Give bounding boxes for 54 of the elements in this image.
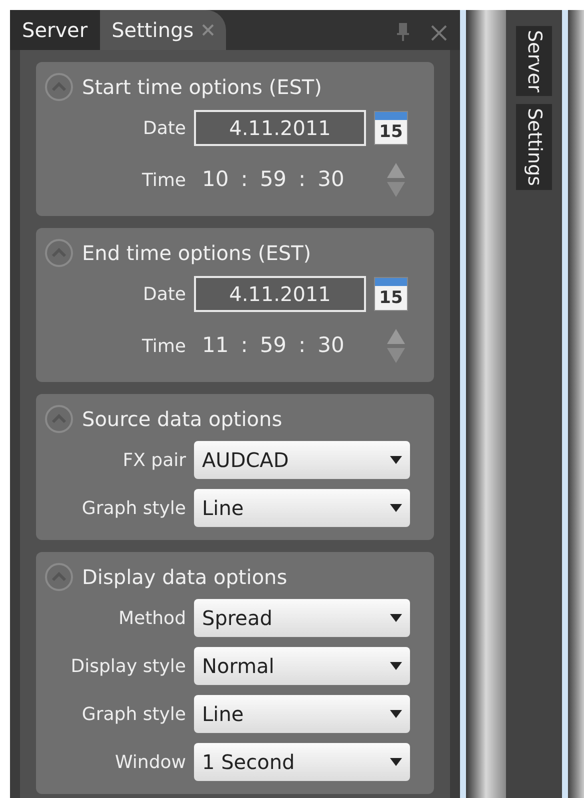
panel-title: Start time options (EST): [82, 74, 322, 101]
caret-icon: [390, 662, 402, 670]
calendar-icon[interactable]: 15: [374, 277, 408, 311]
field-label: Graph style: [80, 702, 187, 726]
dropdown[interactable]: 1 Second: [194, 743, 410, 781]
dropdown[interactable]: AUDCAD: [194, 441, 410, 479]
spinner-icon[interactable]: [386, 162, 406, 198]
side-tab[interactable]: Settings: [516, 104, 552, 190]
time-separator: :: [240, 166, 248, 194]
spinner-icon[interactable]: [386, 328, 406, 364]
dropdown[interactable]: Normal: [194, 647, 410, 685]
close-icon[interactable]: [202, 24, 214, 36]
side-tab[interactable]: Server: [516, 26, 552, 96]
field-label: FX pair: [122, 448, 187, 472]
hours-value[interactable]: 11: [202, 330, 229, 362]
splitter-bar[interactable]: [466, 10, 506, 798]
panel-title: Display data options: [82, 564, 288, 591]
close-icon[interactable]: [430, 24, 448, 42]
field-label: Window: [114, 750, 187, 774]
seconds-value[interactable]: 30: [318, 330, 344, 362]
caret-icon: [390, 614, 402, 622]
tab[interactable]: Server: [10, 10, 100, 50]
calendar-icon[interactable]: 15: [374, 111, 408, 145]
seconds-value[interactable]: 30: [318, 164, 344, 196]
minutes-value[interactable]: 59: [260, 164, 287, 196]
date-field[interactable]: 4.11.2011: [194, 110, 366, 146]
caret-icon: [390, 758, 402, 766]
time-separator: :: [298, 166, 306, 194]
dropdown[interactable]: Line: [194, 489, 410, 527]
caret-icon: [390, 456, 402, 464]
pin-icon[interactable]: [396, 22, 410, 42]
caret-icon: [390, 504, 402, 512]
collapse-icon[interactable]: [44, 238, 74, 268]
time-separator: :: [298, 332, 306, 360]
panel-title: Source data options: [82, 406, 282, 433]
minutes-value[interactable]: 59: [260, 330, 287, 362]
collapse-icon[interactable]: [44, 72, 74, 102]
collapse-icon[interactable]: [44, 404, 74, 434]
dropdown[interactable]: Spread: [194, 599, 410, 637]
panel-title: End time options (EST): [82, 240, 312, 267]
hours-value[interactable]: 10: [202, 164, 229, 196]
collapse-icon[interactable]: [44, 562, 74, 592]
field-label: Display style: [70, 654, 187, 678]
dropdown[interactable]: Line: [194, 695, 410, 733]
time-separator: :: [240, 332, 248, 360]
tab[interactable]: Settings: [100, 10, 226, 50]
field-label: Method: [117, 606, 187, 630]
field-label: Time: [140, 334, 187, 358]
caret-icon: [390, 710, 402, 718]
field-label: Date: [142, 282, 187, 306]
field-label: Date: [142, 116, 187, 140]
field-label: Graph style: [80, 496, 187, 520]
field-label: Time: [140, 168, 187, 192]
date-field[interactable]: 4.11.2011: [194, 276, 366, 312]
